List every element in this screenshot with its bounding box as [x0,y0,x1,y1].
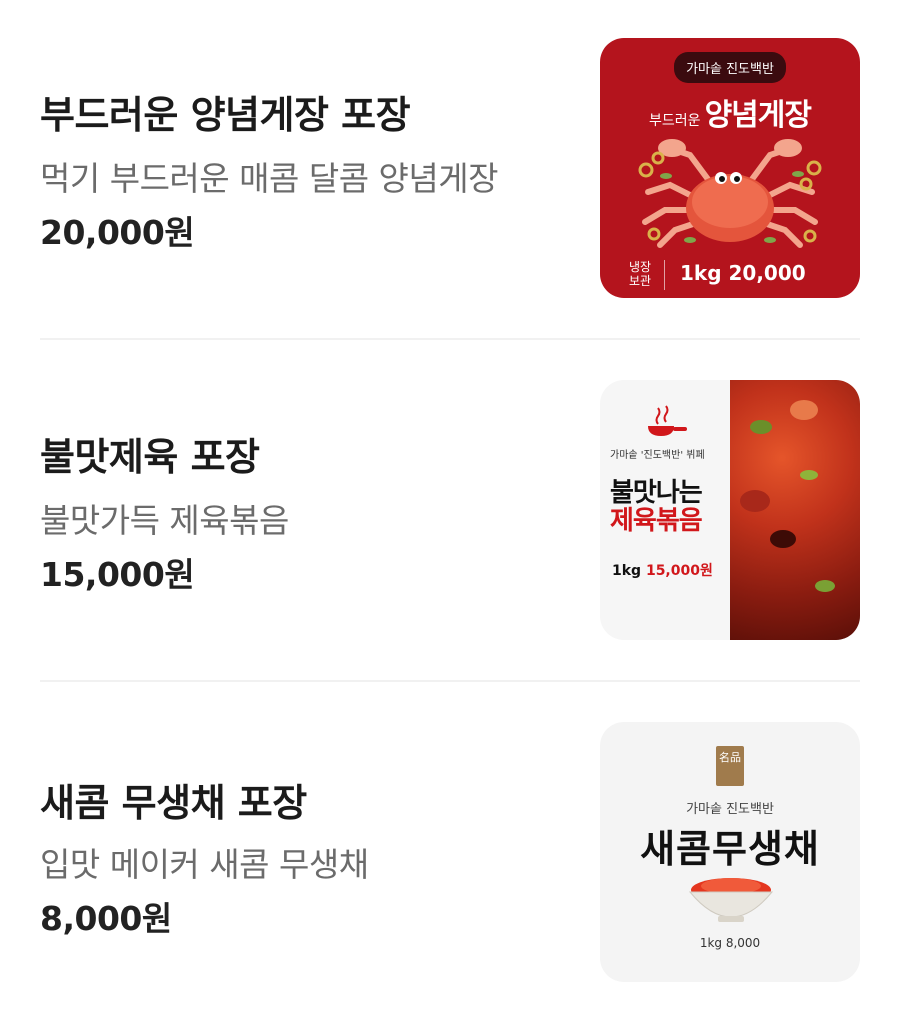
menu-item-price: 15,000원 [40,555,195,594]
menu-item-description: 입맛 메이커 새콤 무생채 [40,845,369,884]
footer-divider [664,260,665,290]
crab-illustration [638,139,822,248]
thumbnail-title-line2: 제육볶음 [610,506,703,536]
thumbnail-brand: 가마솥 진도백반 [600,52,860,83]
menu-item-thumbnail[interactable]: 名品 가마솥 진도백반 새콤무생채 1kg 8,000 [600,722,860,982]
menu-item-seasoned-crab[interactable]: 부드러운 양념게장 포장 먹기 부드러운 매콤 달콤 양념게장 20,000원 … [40,38,860,298]
menu-item-description: 불맛가득 제육볶음 [40,501,289,540]
menu-item-price: 8,000원 [40,899,172,938]
menu-item-price: 20,000원 [40,213,195,252]
menu-item-text: 새콤 무생채 포장 입맛 메이커 새콤 무생채 8,000원 [40,722,580,982]
menu-item-thumbnail[interactable]: 가마솥 진도백반 부드러운 양념게장 냉장 보관 1kg 20,000 [600,38,860,298]
menu-item-name: 새콤 무생채 포장 [40,781,307,825]
thumbnail-title: 부드러운 양념게장 [649,98,812,133]
thumbnail-brand: 가마솥 '진도백반' 뷔페 [610,450,705,461]
item-divider [40,338,860,340]
item-divider [40,680,860,682]
thumbnail-price: 1kg 15,000원 [612,563,713,579]
jeyuk-food-photo [730,380,860,640]
menu-item-thumbnail[interactable]: 가마솥 '진도백반' 뷔페 불맛나는 제육볶음 1kg 15,000원 [600,380,860,640]
menu-item-text: 불맛제육 포장 불맛가득 제육볶음 15,000원 [40,380,580,640]
thumbnail-price: 1kg 8,000 [699,936,761,950]
thumbnail-title: 새콤무생채 [640,826,820,871]
thumbnail-footer: 냉장 보관 1kg 20,000 [600,252,860,292]
menu-item-text: 부드러운 양념게장 포장 먹기 부드러운 매콤 달콤 양념게장 20,000원 [40,38,580,298]
menu-item-radish-salad[interactable]: 새콤 무생채 포장 입맛 메이커 새콤 무생채 8,000원 名品 가마솥 진도… [40,722,860,982]
menu-item-name: 부드러운 양념게장 포장 [40,93,411,137]
pan-icon [648,405,687,436]
bowl-illustration [688,878,774,922]
menu-list: 부드러운 양념게장 포장 먹기 부드러운 매콤 달콤 양념게장 20,000원 … [0,0,900,1023]
storage-label: 냉장 보관 [628,260,652,288]
thumbnail-price: 1kg 20,000 [680,261,806,285]
premium-badge: 名品 [716,746,744,786]
thumbnail-brand: 가마솥 진도백반 [686,802,774,817]
menu-item-name: 불맛제육 포장 [40,435,260,479]
menu-item-description: 먹기 부드러운 매콤 달콤 양념게장 [40,159,499,198]
menu-item-jeyuk[interactable]: 불맛제육 포장 불맛가득 제육볶음 15,000원 가마솥 '진도백반' 뷔페 … [40,380,860,640]
